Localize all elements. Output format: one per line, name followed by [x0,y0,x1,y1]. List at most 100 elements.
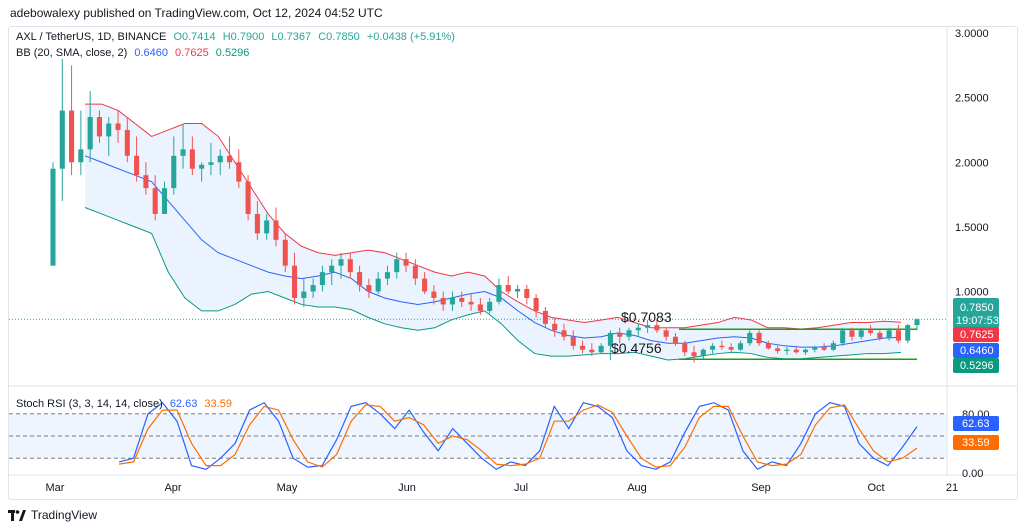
candle-body [645,325,651,328]
stoch-rsi-pane [9,401,947,471]
candle-body [589,349,595,353]
candle-body [765,343,771,349]
candle-body [403,259,409,266]
candle [700,348,706,359]
stoch-d-tag-value: 33.59 [962,437,990,449]
candle-body [849,330,855,337]
time-tick-label: 21 [946,482,958,494]
candle-body [682,343,688,353]
candle [840,327,846,346]
support-annotation: $0.4756 [611,340,662,356]
candle-body [106,123,112,137]
candle-body [580,345,586,350]
candle-body [347,259,353,273]
bb-lower-tag-value: 0.5296 [960,360,994,372]
stoch-rsi-label[interactable]: Stoch RSI (3, 3, 14, 14, close) [16,398,163,410]
tradingview-brand[interactable]: TradingView [8,508,97,522]
candle [59,58,65,202]
candle-body [895,330,901,341]
candle-body [514,288,521,292]
candle-body [561,330,567,337]
candle-body [301,291,307,298]
bb-basis-tag-value: 0.6460 [960,345,994,357]
candle-body [812,347,818,350]
price-tick-label: 2.0000 [955,157,989,169]
symbol-legend: AXL / TetherUS, 1D, BINANCE O0.7414 H0.7… [16,31,459,43]
candle [505,276,511,295]
price-tick-label: 1.5000 [955,222,989,234]
bb-label[interactable]: BB (20, SMA, close, 2) [16,47,127,59]
time-tick-label: Oct [867,482,884,494]
candle-body [542,310,548,324]
candle-body [663,330,669,337]
candle-body [78,149,84,163]
candle-body [775,348,781,351]
candle-body [533,297,539,311]
candle [524,285,530,305]
candle-body [96,117,102,137]
chart-canvas[interactable]: 3.00002.50002.00001.50001.000080.000.00M… [9,27,1017,499]
candle [69,65,75,176]
candle-body [710,345,716,350]
bb-basis-value: 0.6460 [134,47,168,59]
candle-body [524,288,530,298]
candle-body [310,285,316,292]
bb-basis-tag: 0.6460 [953,343,999,358]
candle-body [635,327,641,331]
candle-body [245,181,251,214]
candle-body [728,347,734,350]
candle-body [431,291,437,298]
candle-body [384,272,390,279]
candle-body [886,330,892,339]
candle-body [282,239,288,266]
candle-body [477,304,483,311]
candle-body [598,345,604,353]
time-tick-label: Jun [398,482,416,494]
ohlc-close: C0.7850 [318,31,360,43]
candle-body [700,349,706,357]
ohlc-change: +0.0438 (+5.91%) [366,31,455,43]
ohlc-high: H0.7900 [222,31,265,43]
publisher-credit: adebowalexy published on TradingView.com… [10,6,383,20]
symbol-name[interactable]: AXL / TetherUS, 1D, BINANCE [16,31,166,43]
bb-lower-tag: 0.5296 [953,358,999,373]
candle [78,110,84,176]
bb-upper-value: 0.7625 [175,47,209,59]
last-price-tag: 0.7850 19:07:53 [953,298,999,328]
candle-body [858,330,864,337]
candle-body [217,155,223,163]
bb-legend: BB (20, SMA, close, 2) 0.6460 0.7625 0.5… [16,47,253,59]
candle-body [496,285,502,302]
candle-body [422,278,428,292]
resistance-annotation: $0.7083 [621,309,672,325]
countdown-value: 19:07:53 [956,315,999,327]
candle-body [329,265,335,273]
price-tick-label: 2.5000 [955,93,989,105]
bb-upper-tag: 0.7625 [953,327,999,342]
ohlc-low: L0.7367 [271,31,312,43]
candle-body [459,297,465,302]
stoch-k-tag-value: 62.63 [962,418,990,430]
candle-body [570,336,576,346]
candle-body [821,347,827,350]
candle [50,162,56,266]
candle-body [672,336,678,344]
price-tick-label: 1.0000 [955,287,989,299]
candle-body [468,301,474,305]
candle-body [357,272,363,286]
candle-body [134,155,140,176]
candle-body [505,285,511,292]
candle-body [59,110,65,169]
candle-body [626,330,632,337]
candle-body [161,188,168,214]
candle-body [366,285,372,292]
candle-body [115,123,121,130]
tradingview-logo-icon [8,509,26,521]
time-tick-label: Apr [164,482,181,494]
time-tick-label: Aug [627,482,647,494]
bb-band-fill [85,104,901,361]
candle-body [617,332,623,337]
candle-body [914,319,920,326]
candle-body [654,325,660,331]
price-pane [9,58,947,363]
